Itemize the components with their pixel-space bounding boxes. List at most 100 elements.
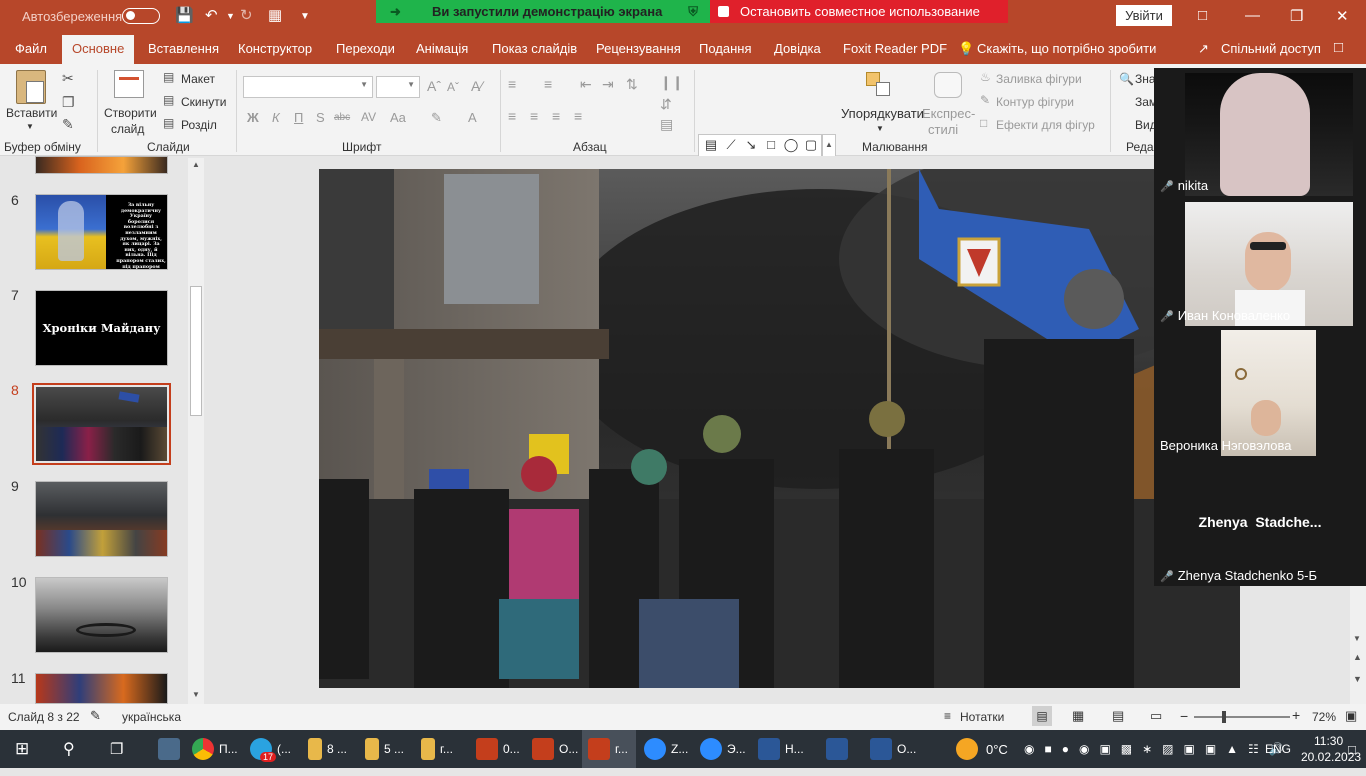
current-slide-image[interactable] <box>319 169 1240 688</box>
start-icon[interactable]: ⊞ <box>15 730 29 768</box>
align-left-icon[interactable]: ≡ <box>508 108 516 124</box>
tab-insert[interactable]: Вставлення <box>148 41 219 56</box>
zoom-in-icon[interactable]: + <box>1292 707 1300 723</box>
paste-dropdown-icon[interactable]: ▼ <box>26 122 34 131</box>
slide-thumbnail-6[interactable]: За вільну демократичну Україну боролися … <box>35 194 168 270</box>
fit-slide-icon[interactable]: ▣ <box>1345 708 1357 724</box>
numbering-icon[interactable]: ≡ <box>544 76 552 92</box>
scroll-up-icon[interactable]: ▲ <box>192 160 200 169</box>
arrange-dropdown-icon[interactable]: ▼ <box>876 124 884 133</box>
quick-styles-label2[interactable]: стилі <box>928 122 958 137</box>
rounded-rect-icon[interactable]: ▢ <box>801 135 821 155</box>
stop-share-button[interactable]: Остановить совместное использование <box>710 0 1008 23</box>
taskbar-folder-2[interactable]: 5 ... <box>365 730 404 768</box>
autosave-toggle[interactable] <box>122 8 160 24</box>
tell-me-search[interactable]: Скажіть, що потрібно зробити <box>977 41 1156 56</box>
copy-icon[interactable]: ❐ <box>62 94 75 111</box>
shape-outline-button[interactable]: Контур фігури <box>996 95 1074 109</box>
new-slide-icon[interactable] <box>114 70 144 98</box>
prev-slide-icon[interactable]: ▲ <box>1353 652 1362 662</box>
comments-icon[interactable]: □ <box>1334 39 1343 56</box>
taskbar-word-3[interactable]: О... <box>870 730 916 768</box>
minimize-icon[interactable]: — <box>1245 7 1260 24</box>
slide-thumbnail-5[interactable] <box>35 156 168 174</box>
new-slide-label2[interactable]: слайд <box>111 122 144 136</box>
keyboard-language[interactable]: ENG <box>1265 730 1291 768</box>
participant-video-4[interactable]: Zhenya Stadche... 🎤 Zhenya Stadchenko 5-Б <box>1154 458 1366 586</box>
highlight-icon[interactable]: ✎ <box>431 110 442 126</box>
notifications-icon[interactable]: □ <box>1348 730 1356 768</box>
align-center-icon[interactable]: ≡ <box>530 108 538 124</box>
shape-effects-button[interactable]: Ефекти для фігур <box>996 118 1095 132</box>
increase-font-icon[interactable]: Aˆ <box>427 78 441 94</box>
font-size-input[interactable]: ▼ <box>376 76 420 98</box>
canvas-scrollbar[interactable]: ▼ ▲ ▼ <box>1350 586 1366 704</box>
strikethrough-button[interactable]: abc <box>334 112 350 123</box>
spellcheck-icon[interactable]: ✎ <box>90 708 101 724</box>
bold-button[interactable]: Ж <box>247 110 259 125</box>
shadow-button[interactable]: S <box>316 110 325 125</box>
tab-help[interactable]: Довідка <box>774 41 821 56</box>
align-text-icon[interactable]: ▤ <box>660 116 673 133</box>
taskbar-chrome[interactable]: П... <box>192 730 238 768</box>
participant-video-3[interactable]: Вероника Нэговэлова <box>1154 328 1366 456</box>
cut-icon[interactable]: ✂ <box>62 70 74 87</box>
tab-animations[interactable]: Анімація <box>416 41 468 56</box>
scroll-thumb[interactable] <box>190 286 202 416</box>
tab-file[interactable]: Файл <box>15 41 47 56</box>
maximize-icon[interactable]: ❐ <box>1290 7 1303 25</box>
close-icon[interactable]: ✕ <box>1336 7 1349 25</box>
italic-button[interactable]: К <box>272 110 280 125</box>
slide-thumbnail-9[interactable] <box>35 481 168 557</box>
layout-button[interactable]: Макет <box>181 72 215 86</box>
underline-button[interactable]: П <box>294 110 303 125</box>
task-view-icon[interactable]: ❐ <box>110 730 123 768</box>
tab-transitions[interactable]: Переходи <box>336 41 395 56</box>
quick-styles-icon[interactable] <box>934 72 962 98</box>
shape-fill-button[interactable]: Заливка фігури <box>996 72 1082 86</box>
tab-home[interactable]: Основне <box>62 35 135 64</box>
signin-button[interactable]: Увійти <box>1116 5 1172 26</box>
tab-review[interactable]: Рецензування <box>596 41 681 56</box>
slideshow-start-icon[interactable]: ▦ <box>268 6 282 24</box>
calculator-icon[interactable] <box>158 730 185 768</box>
change-case-icon[interactable]: Aa <box>390 110 406 125</box>
zoom-out-icon[interactable]: − <box>1180 708 1188 724</box>
notes-button[interactable]: Нотатки <box>960 710 1004 724</box>
tab-design[interactable]: Конструктор <box>238 41 312 56</box>
participant-video-1[interactable]: 🎤 nikita <box>1154 68 1366 196</box>
taskbar-powerpoint-active[interactable]: г... <box>582 730 636 768</box>
quick-styles-button[interactable]: Експрес- <box>922 106 975 121</box>
thumbnail-scrollbar[interactable]: ▲ ▼ <box>188 158 204 704</box>
zoom-slider-thumb[interactable] <box>1222 711 1226 723</box>
clear-format-icon[interactable]: A∕ <box>471 78 483 94</box>
ribbon-display-icon[interactable]: □ <box>1198 7 1207 24</box>
line-shape-icon[interactable]: ⟋ <box>721 135 741 155</box>
paste-button[interactable]: Вставити <box>6 106 57 120</box>
font-color-icon[interactable]: A <box>468 110 477 125</box>
font-name-input[interactable]: ▼ <box>243 76 373 98</box>
bullets-icon[interactable]: ≡ <box>508 76 516 92</box>
arrange-button[interactable]: Упорядкувати <box>841 106 924 121</box>
slide-thumbnail-10[interactable] <box>35 577 168 653</box>
slide-thumbnail-8-selected[interactable] <box>32 383 171 465</box>
reading-view-icon[interactable]: ▤ <box>1112 708 1124 724</box>
redo-icon[interactable]: ↻ <box>240 6 253 24</box>
justify-icon[interactable]: ≡ <box>574 108 582 124</box>
taskbar-powerpoint-1[interactable]: 0... <box>476 730 520 768</box>
tab-view[interactable]: Подання <box>699 41 752 56</box>
format-painter-icon[interactable]: ✎ <box>62 116 74 133</box>
align-right-icon[interactable]: ≡ <box>552 108 560 124</box>
weather-icon[interactable] <box>956 730 983 768</box>
arrange-icon[interactable] <box>866 72 892 98</box>
zoom-slider[interactable] <box>1194 711 1290 723</box>
undo-icon[interactable]: ↶ <box>205 6 218 24</box>
participant-video-2[interactable]: 🎤 Иван Коноваленко <box>1154 198 1366 326</box>
text-direction-icon[interactable]: ⇵ <box>660 96 672 113</box>
taskbar-telegram[interactable]: (... <box>250 730 291 768</box>
taskbar-word-1[interactable]: Н... <box>758 730 804 768</box>
paste-icon[interactable] <box>16 70 46 104</box>
slideshow-view-icon[interactable]: ▭ <box>1150 708 1162 724</box>
taskbar-zoom-2[interactable]: Э... <box>700 730 746 768</box>
share-button[interactable]: Спільний доступ <box>1221 41 1321 56</box>
